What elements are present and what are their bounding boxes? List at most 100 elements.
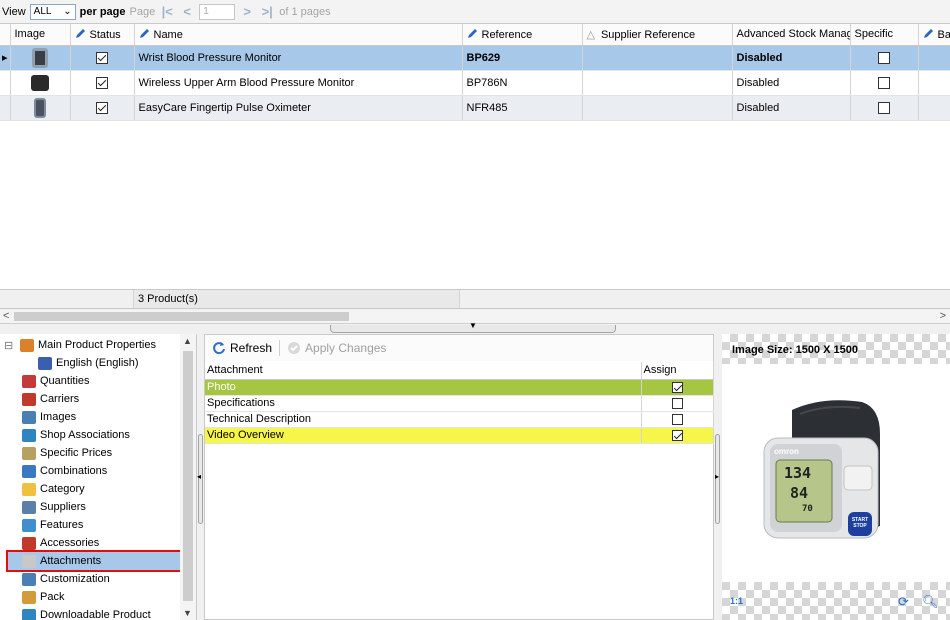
status-checkbox[interactable] xyxy=(70,95,135,121)
last-page-icon[interactable]: >| xyxy=(259,4,275,19)
table-row[interactable]: ▸ Wrist Blood Pressure Monitor BP629 Dis… xyxy=(0,45,950,71)
apply-changes-button[interactable]: Apply Changes xyxy=(284,339,389,357)
tree-item[interactable]: Quantities xyxy=(0,372,90,390)
first-page-icon[interactable]: |< xyxy=(159,4,175,19)
ba-cell[interactable] xyxy=(918,70,950,96)
tree-item[interactable]: Attachments xyxy=(6,550,182,572)
page-number-input[interactable]: 1 xyxy=(199,3,236,20)
header-supplier-reference[interactable]: △ Supplier Reference xyxy=(582,24,733,46)
advanced-stock[interactable]: Disabled xyxy=(732,95,851,121)
header-name[interactable]: Name xyxy=(134,24,463,46)
tree-item[interactable]: Customization xyxy=(0,570,110,588)
assign-checkbox[interactable] xyxy=(641,411,714,428)
tree-item[interactable]: Specific Prices xyxy=(0,444,112,462)
advanced-stock[interactable]: Disabled xyxy=(732,70,851,96)
folder-icon xyxy=(22,482,36,496)
collapse-left-icon[interactable]: ◂ xyxy=(197,472,201,481)
prev-page-icon[interactable]: < xyxy=(179,4,195,19)
tree-item[interactable]: Images xyxy=(0,408,76,426)
supplier-icon xyxy=(22,500,36,514)
header-image[interactable]: Image xyxy=(10,24,71,46)
tree-item[interactable]: Features xyxy=(0,516,83,534)
table-row[interactable]: Wireless Upper Arm Blood Pressure Monito… xyxy=(0,70,950,96)
pulse-reading: 70 xyxy=(802,504,813,514)
header-rowmark xyxy=(0,24,11,46)
next-page-icon[interactable]: > xyxy=(239,4,255,19)
actual-size-icon[interactable]: 1:1 xyxy=(730,596,743,606)
tree-item[interactable]: Downloadable Product xyxy=(0,606,151,620)
table-row[interactable]: EasyCare Fingertip Pulse Oximeter NFR485… xyxy=(0,95,950,121)
attachment-row[interactable]: Photo xyxy=(205,379,714,396)
attachment-name[interactable]: Video Overview xyxy=(205,427,642,444)
combinations-icon xyxy=(22,464,36,478)
advanced-stock[interactable]: Disabled xyxy=(732,45,851,71)
header-ba[interactable]: Ba xyxy=(918,24,950,46)
view-select[interactable]: ALL ⌄ xyxy=(29,3,76,20)
scroll-down-icon[interactable]: ▼ xyxy=(183,608,192,618)
status-checkbox[interactable] xyxy=(70,45,135,71)
arm-monitor-icon xyxy=(31,74,49,91)
row-pointer-icon: ▸ xyxy=(0,45,11,71)
header-attachment[interactable]: Attachment xyxy=(205,362,642,380)
header-specific[interactable]: Specific xyxy=(850,24,919,46)
tree-item[interactable]: Accessories xyxy=(0,534,99,552)
rotate-icon[interactable]: ⟳ xyxy=(898,594,909,610)
product-reference[interactable]: BP629 xyxy=(462,45,583,71)
header-reference[interactable]: Reference xyxy=(462,24,583,46)
start-stop-label: START STOP xyxy=(851,517,869,529)
tree-item[interactable]: Category xyxy=(0,480,85,498)
attachment-row[interactable]: Technical Description xyxy=(205,411,714,428)
edit-pencil-icon xyxy=(75,28,85,38)
tree-item[interactable]: ⊟ Main Product Properties xyxy=(0,336,156,354)
product-reference[interactable]: NFR485 xyxy=(462,95,583,121)
price-tag-icon xyxy=(22,446,36,460)
refresh-button[interactable]: Refresh xyxy=(209,339,275,357)
tree-item[interactable]: Carriers xyxy=(0,390,79,408)
assign-checkbox[interactable] xyxy=(641,379,714,396)
product-reference[interactable]: BP786N xyxy=(462,70,583,96)
attachment-name[interactable]: Specifications xyxy=(205,395,642,412)
attachment-name[interactable]: Technical Description xyxy=(205,411,642,428)
status-checkbox[interactable] xyxy=(70,70,135,96)
attachment-row[interactable]: Specifications xyxy=(205,395,714,412)
header-assign[interactable]: Assign xyxy=(641,362,714,380)
supplier-reference[interactable] xyxy=(582,45,733,71)
specific-checkbox[interactable] xyxy=(850,95,919,121)
attachment-name[interactable]: Photo xyxy=(205,379,642,396)
collapse-tree-icon[interactable]: ⊟ xyxy=(4,339,13,352)
scroll-thumb[interactable] xyxy=(14,312,349,321)
specific-checkbox[interactable] xyxy=(850,45,919,71)
tree-item[interactable]: Shop Associations xyxy=(0,426,130,444)
ba-cell[interactable] xyxy=(918,45,950,71)
sort-icon: △ xyxy=(586,28,595,41)
product-name[interactable]: Wireless Upper Arm Blood Pressure Monito… xyxy=(134,70,463,96)
attachment-row[interactable]: Video Overview xyxy=(205,427,714,444)
product-name[interactable]: EasyCare Fingertip Pulse Oximeter xyxy=(134,95,463,121)
tree-scrollbar[interactable]: ▲ ▼ xyxy=(180,334,196,620)
header-advanced-stock[interactable]: Advanced Stock Manage xyxy=(732,24,851,46)
right-collapse-handle[interactable]: ▸ xyxy=(714,334,722,620)
attachments-table: Attachment Assign Photo Specifications T… xyxy=(205,362,714,444)
panel-splitter[interactable]: ▼ xyxy=(330,321,616,333)
scroll-thumb[interactable] xyxy=(183,351,193,601)
tree-item[interactable]: Pack xyxy=(0,588,64,606)
tree-item[interactable]: English (English) xyxy=(0,354,139,372)
collapse-down-icon[interactable]: ▼ xyxy=(469,321,477,330)
product-name[interactable]: Wrist Blood Pressure Monitor xyxy=(134,45,463,71)
zoom-icon[interactable]: 🔍︎ xyxy=(922,594,939,610)
properties-tree: ⊟ Main Product Properties English (English… xyxy=(0,334,197,620)
specific-checkbox[interactable] xyxy=(850,70,919,96)
header-status[interactable]: Status xyxy=(70,24,135,46)
assign-checkbox[interactable] xyxy=(641,395,714,412)
chevron-down-icon: ⌄ xyxy=(63,6,72,17)
supplier-reference[interactable] xyxy=(582,70,733,96)
tree-item[interactable]: Suppliers xyxy=(0,498,86,516)
scroll-left-icon[interactable]: < xyxy=(3,310,9,322)
assign-checkbox[interactable] xyxy=(641,427,714,444)
scroll-right-icon[interactable]: > xyxy=(940,310,946,322)
scroll-up-icon[interactable]: ▲ xyxy=(183,336,192,346)
collapse-right-icon[interactable]: ▸ xyxy=(715,472,719,481)
ba-cell[interactable] xyxy=(918,95,950,121)
tree-item[interactable]: Combinations xyxy=(0,462,107,480)
supplier-reference[interactable] xyxy=(582,95,733,121)
